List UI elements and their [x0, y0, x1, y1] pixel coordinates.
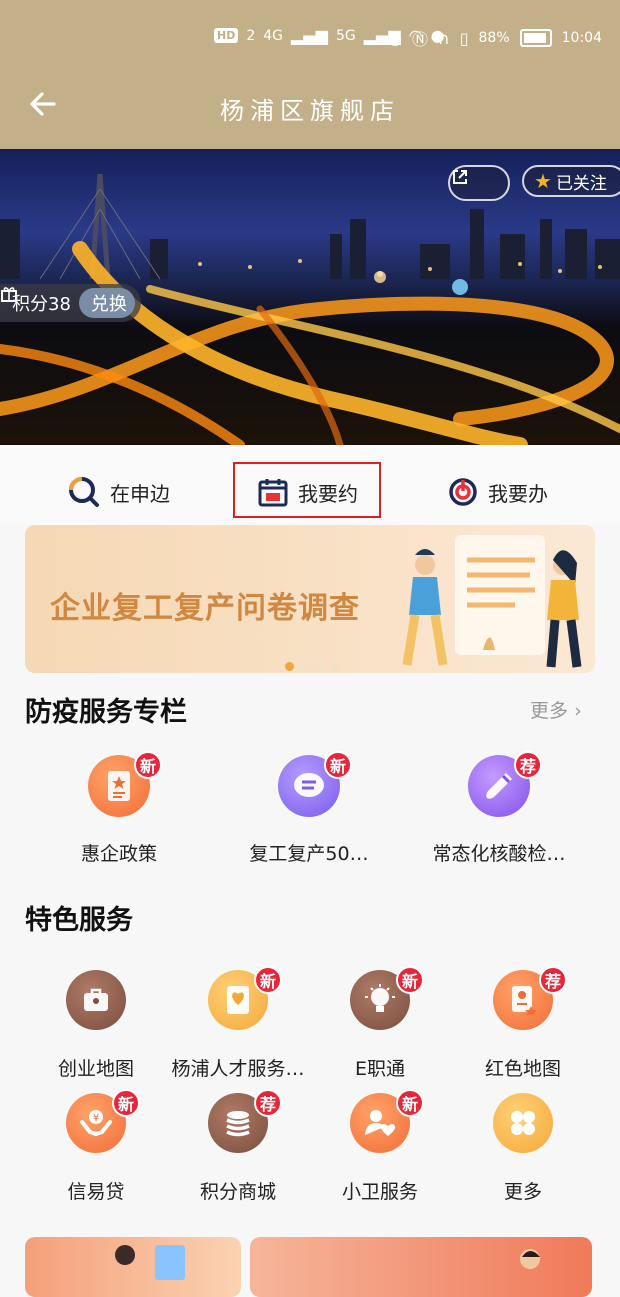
- recommend-badge: 荐: [514, 751, 542, 779]
- page-title: 杨浦区旗舰店: [220, 97, 400, 125]
- feature-item-label: 创业地图: [57, 1058, 134, 1080]
- new-badge: 新: [112, 1089, 140, 1117]
- feature-item-credit-loan[interactable]: ¥ 新 信易贷: [26, 1089, 166, 1204]
- coin-stack-icon: 荐: [208, 1089, 282, 1153]
- new-badge: 新: [396, 966, 424, 994]
- grid-more-icon: [493, 1093, 553, 1153]
- service-item-label: 复工复产50…: [249, 843, 369, 865]
- feature-item-more[interactable]: 更多: [453, 1093, 593, 1204]
- exchange-button[interactable]: 兑换: [1, 287, 135, 318]
- clock: 10:04: [561, 30, 602, 46]
- status-right-indicators: ◉ Ⓝ ∩ ▯ 88% 10:04: [388, 26, 602, 50]
- certificate-icon: 荐: [493, 966, 567, 1030]
- chevron-right-icon: ›: [574, 700, 582, 722]
- recommend-badge: 荐: [254, 1089, 282, 1117]
- network-5g-icon: 5G: [335, 27, 356, 44]
- service-item-resume-work[interactable]: 新 复工复产50…: [234, 751, 384, 866]
- new-badge: 新: [254, 966, 282, 994]
- signal-icon: ▂▄▆: [291, 26, 328, 45]
- svg-text:¥: ¥: [93, 1113, 99, 1124]
- promo-illustration: [115, 1245, 185, 1280]
- feature-item-startup-map[interactable]: 创业地图: [26, 970, 166, 1081]
- carousel-dot[interactable]: [330, 662, 339, 671]
- carousel-dot[interactable]: [315, 662, 324, 671]
- eye-icon: ◉: [388, 28, 402, 48]
- follow-button[interactable]: ★ 已关注: [522, 165, 620, 197]
- carousel-dot-active[interactable]: [285, 662, 294, 671]
- promo-card[interactable]: [250, 1237, 592, 1297]
- feature-item-label: 红色地图: [484, 1058, 561, 1080]
- points-pill[interactable]: 积分38 兑换: [0, 284, 141, 322]
- feature-item-label: E职通: [354, 1058, 405, 1080]
- search-magnifier-icon: [69, 477, 99, 507]
- feature-item-red-map[interactable]: 荐 红色地图: [453, 966, 593, 1081]
- promo-card[interactable]: [25, 1237, 241, 1297]
- lightbulb-icon: 新: [350, 966, 424, 1030]
- battery-percent: 88%: [478, 30, 510, 46]
- carousel-dots: [285, 662, 339, 671]
- vibrate-icon: ▯: [459, 28, 469, 48]
- recommend-badge: 荐: [539, 966, 567, 994]
- feature-item-e-job[interactable]: 新 E职通: [310, 966, 450, 1081]
- share-button[interactable]: [448, 165, 510, 201]
- talent-doc-icon: 新: [208, 966, 282, 1030]
- power-icon: [449, 478, 477, 506]
- headphones-icon: ∩: [437, 28, 450, 48]
- new-badge: 新: [324, 751, 352, 779]
- app-header: 杨浦区旗舰店: [0, 75, 620, 149]
- section-title-featured: 特色服务: [25, 905, 133, 936]
- star-icon: ★: [534, 169, 552, 193]
- survey-banner-text: 企业复工复产问卷调查: [50, 591, 360, 626]
- quick-action-label: 在申边: [110, 481, 170, 506]
- promo-illustration: [520, 1249, 540, 1269]
- test-tube-icon: 荐: [468, 751, 542, 817]
- more-label: 更多: [530, 700, 569, 722]
- heart-user-icon: 新: [350, 1089, 424, 1153]
- service-item-nucleic-test[interactable]: 荐 常态化核酸检…: [424, 751, 574, 866]
- feature-item-label: 小卫服务: [341, 1181, 418, 1203]
- more-link[interactable]: 更多 ›: [530, 696, 582, 723]
- feature-item-label: 信易贷: [67, 1181, 125, 1203]
- battery-icon: [519, 29, 552, 47]
- feature-item-label: 积分商城: [199, 1181, 276, 1203]
- policy-doc-icon: 新: [88, 751, 162, 817]
- follow-label: 已关注: [555, 173, 607, 194]
- feature-item-xiaowei-service[interactable]: 新 小卫服务: [310, 1089, 450, 1204]
- survey-banner[interactable]: 企业复工复产问卷调查: [25, 525, 595, 673]
- quick-actions-bar: 在申边 我要约 我要办: [0, 445, 620, 525]
- network-4g-icon: 4G: [263, 27, 284, 44]
- section-title-epidemic: 防疫服务专栏: [25, 697, 187, 728]
- points-label: 积分38: [12, 294, 71, 315]
- feature-item-label: 杨浦人才服务…: [171, 1058, 305, 1080]
- quick-action-woyaoban[interactable]: 我要办: [448, 467, 548, 517]
- service-item-label: 惠企政策: [80, 843, 157, 865]
- chat-bubble-icon: 新: [278, 751, 352, 817]
- nfc-icon: Ⓝ: [411, 30, 428, 49]
- status-bar: HD 2 4G ▂▄▆ 5G ▂▄▆ ◠ ● ◉ Ⓝ ∩ ▯ 88% 10:04: [0, 0, 620, 75]
- briefcase-icon: [66, 970, 126, 1030]
- hands-coin-icon: ¥ 新: [66, 1089, 140, 1153]
- exchange-label: 兑换: [90, 294, 127, 315]
- service-item-label: 常态化核酸检…: [432, 843, 566, 865]
- feature-item-label: 更多: [503, 1181, 542, 1203]
- feature-item-talent-service[interactable]: 新 杨浦人才服务…: [168, 966, 308, 1081]
- feature-item-points-mall[interactable]: 荐 积分商城: [168, 1089, 308, 1204]
- hero-banner[interactable]: ★ 已关注 积分38 兑换: [0, 149, 620, 445]
- new-badge: 新: [396, 1089, 424, 1117]
- share-icon: [453, 170, 467, 184]
- people-document-illustration: [402, 535, 582, 668]
- carousel-dot[interactable]: [300, 662, 309, 671]
- service-item-policy[interactable]: 新 惠企政策: [44, 751, 194, 866]
- sim-indicator: 2: [246, 27, 256, 44]
- hd-indicator: HD: [214, 28, 239, 43]
- highlight-box: [233, 462, 381, 518]
- new-badge: 新: [134, 751, 162, 779]
- quick-action-label: 我要办: [488, 481, 548, 506]
- quick-action-zaishenbian[interactable]: 在申边: [68, 467, 170, 517]
